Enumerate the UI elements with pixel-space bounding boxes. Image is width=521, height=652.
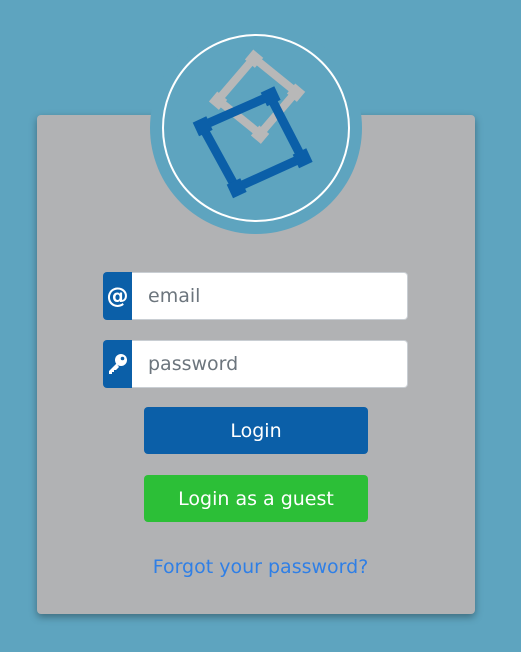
password-input-group (103, 340, 408, 388)
key-icon-glyph (108, 354, 127, 374)
login-button[interactable]: Login (144, 407, 368, 454)
app-logo-icon (192, 49, 313, 199)
forgot-password-link[interactable]: Forgot your password? (0, 556, 521, 578)
email-input[interactable] (132, 272, 408, 320)
password-input[interactable] (132, 340, 408, 388)
email-input-group: @ (103, 272, 408, 320)
login-page: @ Login Login as a guest Forgot your pas… (0, 0, 521, 652)
email-addon-label: @ (106, 283, 129, 309)
guest-login-button[interactable]: Login as a guest (144, 475, 368, 522)
key-icon (103, 340, 132, 388)
logo-badge (150, 22, 362, 234)
at-sign-icon: @ (103, 272, 132, 320)
